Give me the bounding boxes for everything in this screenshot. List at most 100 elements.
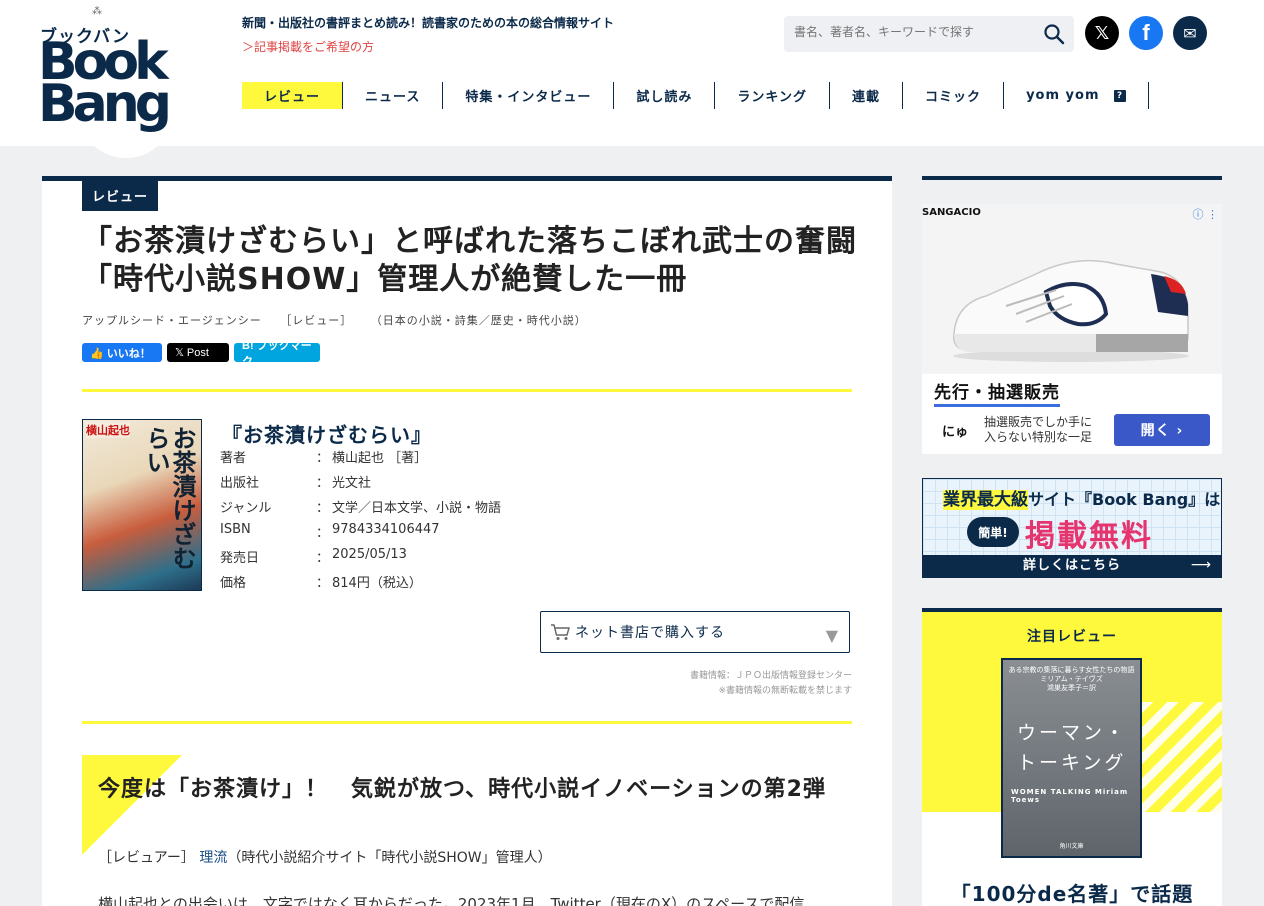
info-value: 814円（税込） <box>332 576 422 591</box>
banner-highlight: 業界最大級 <box>943 490 1028 510</box>
info-label: 出版社 <box>220 476 260 491</box>
info-row-isbn: ISBN ： 9784334106447 <box>220 522 501 547</box>
cover-author: 横山起也 <box>86 422 130 438</box>
site-tagline: 新聞・出版社の書評まとめ読み！読書家のための本の総合情報サイト <box>242 16 615 30</box>
info-label: ISBN <box>220 522 251 537</box>
nav-item-serial[interactable]: 連載 <box>830 82 904 109</box>
cover-publisher: 角川文庫 <box>1059 843 1084 850</box>
info-value: 2025/05/13 <box>332 547 407 562</box>
cover-subtitle: ある宗教の集落に暮らす女性たちの物語 ミリアム・テイヴズ 鴻巣友季子＝訳 <box>1008 666 1135 692</box>
arrow-right-icon: ⟶ <box>1190 557 1211 573</box>
nav-item-feature-interview[interactable]: 特集・インタビュー <box>443 82 615 109</box>
info-row-publisher: 出版社 ： 光文社 <box>220 472 501 497</box>
nav-item-review[interactable]: レビュー <box>242 82 344 109</box>
buy-button-label: ネット書店で購入する <box>575 625 725 641</box>
logo-bang-text: Bang <box>38 74 172 134</box>
free-listing-banner[interactable]: 業界最大級サイト『Book Bang』は 簡単! 掲載無料 詳しくはこちら ⟶ <box>922 478 1222 578</box>
ad-info-icon[interactable]: ⓘ ⋮ <box>1193 206 1219 222</box>
ad-open-button[interactable]: 開く › <box>1114 414 1210 446</box>
caret-down-icon: ▼ <box>825 626 839 645</box>
info-value[interactable]: 文学／日本文学、小説・物語 <box>332 497 501 522</box>
info-label: ジャンル <box>220 501 272 516</box>
nav-item-news[interactable]: ニュース <box>343 82 444 109</box>
info-colon: ： <box>316 451 330 466</box>
cart-icon <box>551 624 570 640</box>
site-logo[interactable]: ⁂ ブックバン Book Bang <box>38 6 180 166</box>
site-header: ⁂ ブックバン Book Bang 新聞・出版社の書評まとめ読み！読書家のための… <box>0 0 1264 158</box>
nav-item-comic[interactable]: コミック <box>903 82 1005 109</box>
book-info: 著者 ： 横山起也 ［著］ 出版社 ： 光文社 ジャンル ： 文学／日本文学、小… <box>220 447 501 597</box>
info-value: 9784334106447 <box>332 522 440 537</box>
info-row-author: 著者 ： 横山起也 ［著］ <box>220 447 501 472</box>
info-colon: ： <box>316 576 330 591</box>
divider <box>82 389 852 392</box>
cover-title: お茶漬けざむらい <box>142 426 196 570</box>
info-label: 著者 <box>220 451 247 466</box>
nav-item-yomyom-label: yom yom <box>1026 88 1100 103</box>
search-icon[interactable] <box>1042 22 1066 46</box>
stripe-decoration <box>1142 702 1222 822</box>
ad-desc-line: 入らない特別な一足 <box>984 430 1093 444</box>
sneaker-image <box>953 259 1189 362</box>
article-panel: レビュー 「お茶漬けざむらい」と呼ばれた落ちこぼれ武士の奮闘 「時代小説SHOW… <box>42 176 892 906</box>
featured-review: 注目レビュー ある宗教の集落に暮らす女性たちの物語 ミリアム・テイヴズ 鴻巣友季… <box>922 608 1222 906</box>
nav-item-preview-reading[interactable]: 試し読み <box>614 82 716 109</box>
banner-headline: 業界最大級サイト『Book Bang』は <box>943 485 1220 510</box>
book-cover[interactable]: 横山起也 お茶漬けざむらい <box>82 419 202 591</box>
facebook-icon[interactable]: f <box>1129 16 1163 50</box>
hatena-bookmark-button[interactable]: B! ブックマーク <box>234 340 320 368</box>
x-post-button[interactable]: 𝕏 Post <box>167 343 229 362</box>
recruit-link[interactable]: ＞記事掲載をご希望の方 <box>242 38 374 55</box>
credit-line: ※書籍情報の無断転載を禁じます <box>718 686 852 696</box>
nav-item-ranking[interactable]: ランキング <box>715 82 831 109</box>
book-title: 『お茶漬けざむらい』 <box>222 423 432 447</box>
meta-genre[interactable]: （日本の小説・詩集／歴史・時代小説） <box>371 314 587 327</box>
ad-desc-line: 抽選販売でしか手に <box>984 415 1093 429</box>
featured-label: 注目レビュー <box>1027 629 1117 645</box>
category-badge[interactable]: レビュー <box>82 181 159 211</box>
info-colon: ： <box>316 476 330 491</box>
info-row-genre: ジャンル ： 文学／日本文学、小説・物語 <box>220 497 501 522</box>
info-label: 発売日 <box>220 551 260 566</box>
article-title: 「お茶漬けざむらい」と呼ばれた落ちこぼれ武士の奮闘 「時代小説SHOW」管理人が… <box>82 224 888 297</box>
logo-decoration: ⁂ <box>92 6 102 17</box>
featured-caption[interactable]: 「100分de名著」で話題 <box>922 878 1222 906</box>
divider <box>82 721 852 724</box>
facebook-like-button[interactable]: 👍 いいね！ <box>82 343 162 362</box>
cover-title: ウーマン・ トーキング <box>1017 718 1127 778</box>
x-logo-icon[interactable]: 𝕏 <box>1085 16 1119 50</box>
reviewer-name[interactable]: 理流 <box>199 850 227 866</box>
ad-headline: 先行・抽選販売 <box>934 378 1060 407</box>
reviewer-line: ［レビュアー］ 理流（時代小説紹介サイト「時代小説SHOW」管理人） <box>98 847 552 867</box>
banner-badge: 簡単! <box>967 517 1019 547</box>
info-row-release-date: 発売日 ： 2025/05/13 <box>220 547 501 572</box>
featured-book-cover[interactable]: ある宗教の集落に暮らす女性たちの物語 ミリアム・テイヴズ 鴻巣友季子＝訳 ウーマ… <box>1001 658 1142 858</box>
cover-english-title: WOMEN TALKING Miriam Toews <box>1011 788 1129 804</box>
sidebar-divider <box>922 176 1222 180</box>
info-row-price: 価格 ： 814円（税込） <box>220 572 501 597</box>
meta-publisher[interactable]: アップルシード・エージェンシー <box>82 314 262 327</box>
ad-image-area: SANGACIO ⓘ ⋮ <box>922 204 1222 374</box>
article-meta: アップルシード・エージェンシー ［レビュー］ （日本の小説・詩集／歴史・時代小説… <box>82 312 601 328</box>
info-value[interactable]: 横山起也 ［著］ <box>332 447 427 472</box>
banner-big-text: 掲載無料 <box>1025 519 1153 554</box>
info-label: 価格 <box>220 576 247 591</box>
info-value[interactable]: 光文社 <box>332 472 371 497</box>
info-colon: ： <box>316 526 330 541</box>
ad-logo: にゅ <box>942 425 969 440</box>
mail-icon[interactable]: ✉ <box>1173 16 1207 50</box>
buy-online-dropdown[interactable]: ネット書店で購入する ▼ <box>540 611 850 653</box>
help-icon: ? <box>1113 89 1126 102</box>
sneaker-ad[interactable]: SANGACIO ⓘ ⋮ 先行・抽選販売 にゅ 抽選販売でしか手に 入らない特別… <box>922 204 1222 454</box>
section-title: 今度は「お茶漬け」！ 気鋭が放つ、時代小説イノベーションの第2弾 <box>98 777 826 802</box>
nav-item-yomyom[interactable]: yom yom ? <box>1004 82 1149 109</box>
search-input[interactable] <box>794 25 1034 39</box>
reviewer-suffix: （時代小説紹介サイト「時代小説SHOW」管理人） <box>227 850 552 866</box>
main-nav: レビュー ニュース 特集・インタビュー 試し読み ランキング 連載 コミック y… <box>242 82 1149 109</box>
banner-headline-rest: サイト『Book Bang』は <box>1028 490 1221 509</box>
reviewer-prefix: ［レビュアー］ <box>98 850 195 866</box>
article-body: 横山起也との出会いは、文字ではなく耳からだった。2023年1月、Twitter（… <box>98 895 805 906</box>
meta-type[interactable]: ［レビュー］ <box>280 314 352 327</box>
credit-line: 書籍情報：ＪＰＯ出版情報登録センター <box>689 671 852 681</box>
cover-title-line: トーキング <box>1017 752 1127 774</box>
